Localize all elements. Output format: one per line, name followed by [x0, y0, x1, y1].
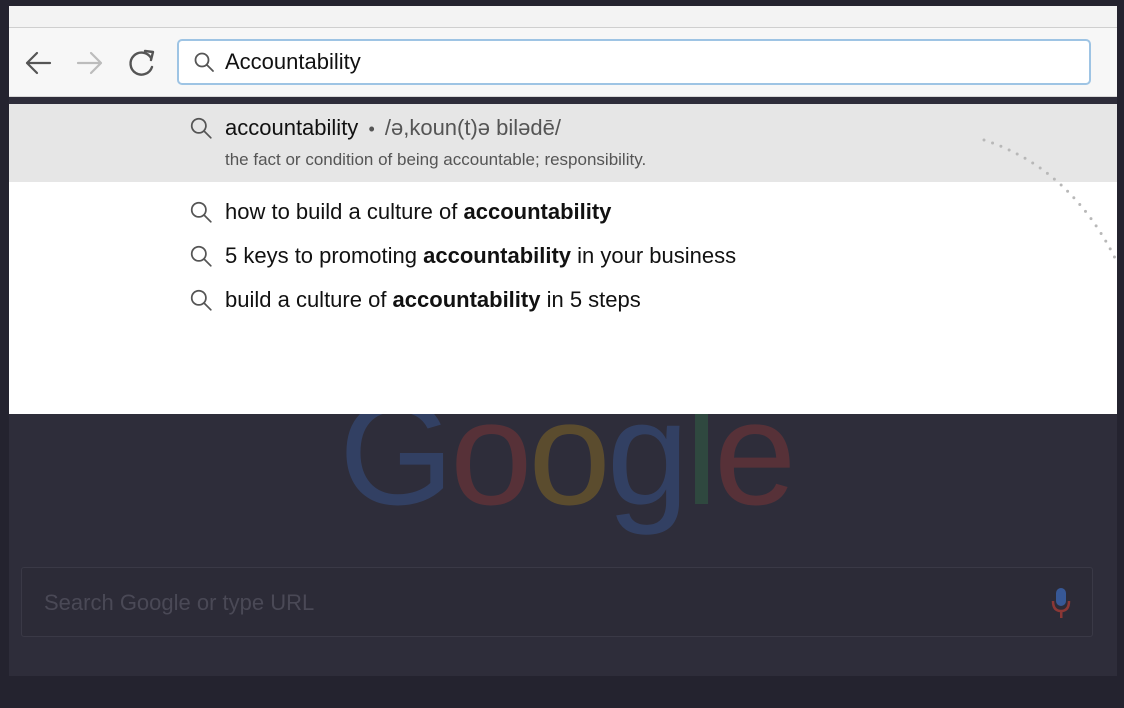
suggestion-item[interactable]: how to build a culture of accountability — [9, 190, 1117, 234]
ntp-search-placeholder: Search Google or type URL — [44, 590, 315, 615]
tab-strip — [9, 6, 1117, 28]
definition-text: the fact or condition of being accountab… — [225, 150, 647, 169]
suggestion-text-bold: accountability — [463, 199, 612, 224]
suggestion-text-bold: accountability — [392, 287, 541, 312]
search-icon — [190, 201, 212, 223]
suggestion-item[interactable]: 5 keys to promoting accountability in yo… — [9, 234, 1117, 278]
suggestion-definition[interactable]: accountability • /ə,koun(t)ə bilədē/ the… — [9, 104, 1117, 182]
dotted-curve-annotation — [982, 138, 1118, 262]
suggestion-text-after: in 5 steps — [540, 287, 641, 312]
suggestion-text: how to build a culture of accountability — [225, 199, 611, 225]
omnibox[interactable] — [177, 39, 1091, 85]
suggestion-text-bold: accountability — [423, 243, 572, 268]
microphone-icon[interactable] — [1050, 586, 1072, 620]
suggestion-text: build a culture of accountability in 5 s… — [225, 287, 641, 313]
reload-icon[interactable] — [127, 48, 157, 78]
ntp-search-box[interactable]: Search Google or type URL — [21, 567, 1093, 637]
back-arrow-icon[interactable] — [23, 48, 53, 78]
suggestion-item[interactable]: build a culture of accountability in 5 s… — [9, 278, 1117, 322]
suggestion-text-before: build a culture of — [225, 287, 393, 312]
suggestion-text-after: in your business — [571, 243, 737, 268]
search-icon — [190, 289, 212, 311]
forward-arrow-icon[interactable] — [75, 48, 105, 78]
definition-pronunciation: /ə,koun(t)ə bilədē/ — [384, 115, 561, 140]
definition-bullet: • — [368, 119, 375, 139]
browser-toolbar — [9, 28, 1117, 97]
suggestion-text: 5 keys to promoting accountability in yo… — [225, 243, 736, 269]
search-icon — [190, 245, 212, 267]
definition-title: accountability • /ə,koun(t)ə bilədē/ — [225, 115, 561, 141]
omnibox-input[interactable] — [225, 47, 1065, 77]
search-icon — [194, 52, 214, 72]
suggestion-text-before: how to build a culture of — [225, 199, 464, 224]
search-icon — [190, 117, 212, 139]
suggestion-text-before: 5 keys to promoting — [225, 243, 424, 268]
definition-word: accountability — [225, 115, 359, 140]
omnibox-dropdown: accountability • /ə,koun(t)ə bilədē/ the… — [9, 104, 1117, 414]
browser-window: Google Search Google or type URL Account… — [9, 6, 1117, 676]
